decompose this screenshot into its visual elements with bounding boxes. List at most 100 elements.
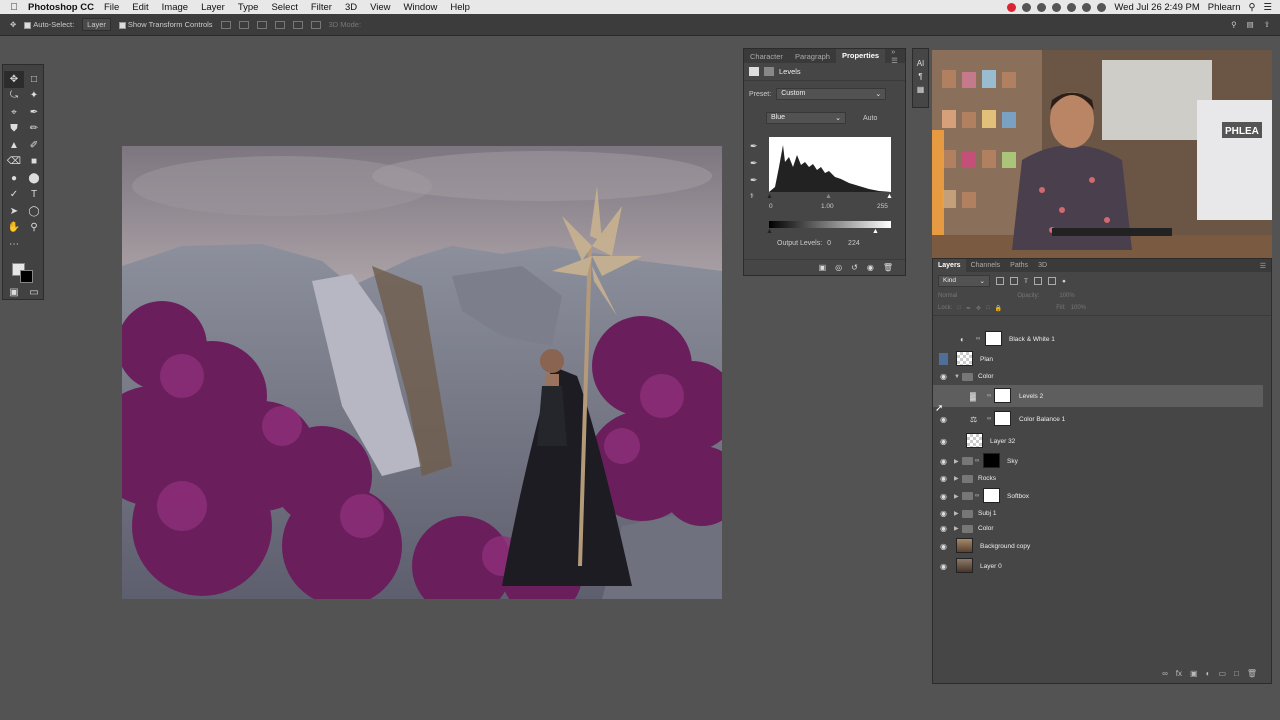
search-icon[interactable]: ⚲ bbox=[1249, 2, 1256, 13]
midtone-slider[interactable]: ▲ bbox=[825, 193, 832, 200]
layer-row[interactable]: ◉ ⚖ ∞ Color Balance 1 bbox=[933, 407, 1263, 431]
type-tool-icon[interactable]: T bbox=[24, 187, 44, 204]
link-icon[interactable]: ∞ bbox=[987, 416, 991, 422]
tray-icon[interactable] bbox=[1037, 2, 1047, 12]
chevron-down-icon[interactable]: ▼ bbox=[954, 374, 960, 380]
workspace-icon[interactable]: ▤ bbox=[1247, 20, 1254, 29]
output-white-slider[interactable]: ▲ bbox=[872, 228, 879, 235]
input-white-value[interactable]: 255 bbox=[877, 203, 888, 210]
layer-mask-thumb[interactable] bbox=[985, 331, 1002, 346]
quick-mask-icon[interactable]: ▣ bbox=[4, 285, 24, 302]
layer-group-row[interactable]: ◉ ▶ Subj 1 bbox=[933, 506, 1263, 521]
share-icon[interactable]: ⇧ bbox=[1264, 20, 1270, 29]
group-mask-thumb[interactable] bbox=[983, 453, 1000, 468]
output-sliders[interactable]: ▲ ▲ bbox=[766, 228, 891, 235]
menu-select[interactable]: Select bbox=[271, 2, 297, 13]
layer-row[interactable]: ◉ Layer 32 bbox=[933, 431, 1263, 451]
menu-type[interactable]: Type bbox=[238, 2, 259, 13]
eye-icon[interactable]: ◉ bbox=[939, 372, 948, 381]
lock-all-icon[interactable]: 🔒 bbox=[995, 305, 1002, 312]
link-icon[interactable]: ∞ bbox=[976, 336, 980, 342]
layer-name[interactable]: Color Balance 1 bbox=[1019, 416, 1065, 423]
trash-icon[interactable]: 🗑 bbox=[883, 263, 893, 272]
layer-name[interactable]: Background copy bbox=[980, 543, 1030, 550]
eye-icon[interactable]: ◉ bbox=[939, 437, 948, 446]
magic-wand-icon[interactable]: ✦ bbox=[24, 88, 44, 105]
clock[interactable]: Wed Jul 26 2:49 PM bbox=[1114, 2, 1199, 13]
blend-mode-dropdown[interactable]: Normal bbox=[938, 293, 957, 299]
layer-group-row[interactable]: ◉ ▶ Color bbox=[933, 521, 1263, 536]
lasso-tool-icon[interactable]: ⤿ bbox=[4, 88, 24, 105]
filter-pixel-icon[interactable] bbox=[996, 277, 1004, 285]
paragraph-icon[interactable]: ¶ bbox=[918, 72, 922, 81]
group-mask-thumb[interactable] bbox=[983, 488, 1000, 503]
lock-artboard-icon[interactable]: □ bbox=[986, 305, 990, 312]
link-layers-icon[interactable]: ∞ bbox=[1162, 669, 1168, 678]
white-point-slider[interactable]: ▲ bbox=[886, 193, 893, 200]
layer-name[interactable]: Plan bbox=[980, 356, 993, 363]
menu-layer[interactable]: Layer bbox=[201, 2, 225, 13]
opacity-value[interactable]: 100% bbox=[1059, 293, 1074, 299]
marquee-tool-icon[interactable]: □ bbox=[24, 71, 44, 88]
healing-brush-icon[interactable]: ⛊ bbox=[4, 121, 24, 138]
tab-channels[interactable]: Channels bbox=[966, 262, 1006, 269]
brush-tool-icon[interactable]: ✏ bbox=[24, 121, 44, 138]
eye-icon[interactable]: ◉ bbox=[939, 415, 948, 424]
gray-eyedropper-icon[interactable]: ✒ bbox=[750, 158, 758, 169]
channel-dropdown[interactable]: Blue ⌄ bbox=[766, 112, 846, 124]
align-icon[interactable] bbox=[256, 20, 267, 29]
layer-name[interactable]: Levels 2 bbox=[1019, 393, 1043, 400]
lock-position-icon[interactable]: ✥ bbox=[976, 305, 981, 312]
menu-file[interactable]: File bbox=[104, 2, 119, 13]
input-mid-value[interactable]: 1.00 bbox=[821, 203, 834, 210]
tray-icon[interactable] bbox=[1052, 2, 1062, 12]
menu-view[interactable]: View bbox=[370, 2, 390, 13]
menu-filter[interactable]: Filter bbox=[311, 2, 332, 13]
eye-icon[interactable]: ◉ bbox=[939, 562, 948, 571]
new-group-icon[interactable]: ▭ bbox=[1218, 669, 1226, 678]
eraser-tool-icon[interactable]: ⌫ bbox=[4, 154, 24, 171]
stamp-tool-icon[interactable]: ▲ bbox=[4, 137, 24, 154]
output-black-value[interactable]: 0 bbox=[827, 240, 831, 247]
group-name[interactable]: Color bbox=[978, 525, 994, 532]
eye-icon[interactable]: ◉ bbox=[939, 542, 948, 551]
battery-icon[interactable] bbox=[1097, 2, 1107, 12]
reset-icon[interactable]: ↺ bbox=[851, 263, 858, 272]
dodge-tool-icon[interactable]: ⬤ bbox=[24, 170, 44, 187]
menu-3d[interactable]: 3D bbox=[345, 2, 357, 13]
menu-image[interactable]: Image bbox=[162, 2, 188, 13]
layer-row[interactable]: ◐ ∞ Black & White 1 bbox=[933, 329, 1263, 349]
adjustment-layer-icon[interactable]: ◐ bbox=[1206, 669, 1211, 678]
blur-tool-icon[interactable]: ● bbox=[4, 170, 24, 187]
distribute-icon[interactable] bbox=[310, 20, 321, 29]
move-tool-icon[interactable]: ✥ bbox=[4, 71, 24, 88]
chevron-right-icon[interactable]: ▶ bbox=[954, 475, 959, 482]
filter-adjustment-icon[interactable] bbox=[1010, 277, 1018, 285]
eye-icon[interactable]: ◉ bbox=[939, 474, 948, 483]
black-eyedropper-icon[interactable]: ✒ bbox=[750, 141, 758, 152]
more-tools-icon[interactable]: ⋯ bbox=[4, 236, 24, 253]
tab-properties[interactable]: Properties bbox=[835, 49, 886, 63]
mask-icon[interactable] bbox=[764, 67, 774, 76]
tab-character[interactable]: Character bbox=[744, 52, 789, 61]
tab-3d[interactable]: 3D bbox=[1033, 262, 1052, 269]
menu-edit[interactable]: Edit bbox=[132, 2, 148, 13]
record-icon[interactable] bbox=[1007, 2, 1017, 12]
layer-row[interactable]: ◉ Layer 0 bbox=[933, 556, 1263, 576]
layer-group-row[interactable]: ◉ ▶ ∞ Softbox bbox=[933, 486, 1263, 506]
add-mask-icon[interactable]: ▣ bbox=[1190, 669, 1198, 678]
calculate-histogram-icon[interactable]: ⚕ bbox=[750, 192, 758, 200]
align-icon[interactable] bbox=[238, 20, 249, 29]
output-white-value[interactable]: 224 bbox=[848, 240, 860, 247]
link-icon[interactable]: ∞ bbox=[975, 458, 979, 464]
history-brush-icon[interactable]: ✐ bbox=[24, 137, 44, 154]
group-name[interactable]: Color bbox=[978, 373, 994, 380]
layer-mask-thumb[interactable] bbox=[994, 388, 1011, 403]
shape-tool-icon[interactable]: ◯ bbox=[24, 203, 44, 220]
path-select-icon[interactable]: ➤ bbox=[4, 203, 24, 220]
eyedropper-icon[interactable]: ✒ bbox=[24, 104, 44, 121]
crop-tool-icon[interactable]: ⌖ bbox=[4, 104, 24, 121]
transform-toggle[interactable]: Show Transform Controls bbox=[118, 20, 213, 29]
gradient-tool-icon[interactable]: ■ bbox=[24, 154, 44, 171]
group-name[interactable]: Softbox bbox=[1007, 493, 1029, 500]
